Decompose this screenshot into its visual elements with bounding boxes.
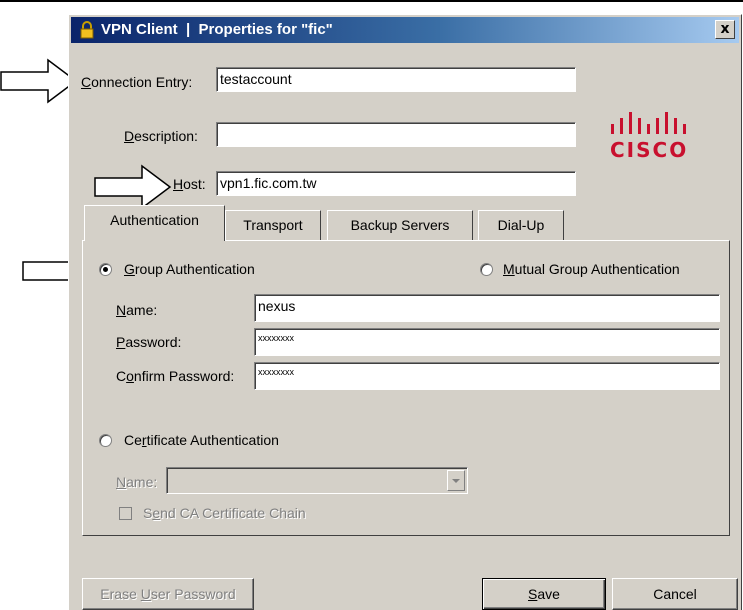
name-input[interactable]: nexus xyxy=(254,294,720,322)
description-input[interactable] xyxy=(216,122,576,147)
cancel-button[interactable]: Cancel xyxy=(612,578,738,610)
top-border-line xyxy=(0,0,743,2)
annotation-arrow-host xyxy=(94,164,172,210)
tab-dial-up[interactable]: Dial-Up xyxy=(478,210,564,240)
tab-transport[interactable]: Transport xyxy=(225,210,321,240)
password-label: Password: xyxy=(116,334,182,350)
name-label: Name: xyxy=(116,302,158,318)
erase-user-password-button[interactable]: Erase User Password xyxy=(82,578,254,610)
confirm-password-input[interactable]: xxxxxxxx xyxy=(254,362,720,390)
host-label: Host: xyxy=(173,176,206,192)
send-ca-label: Send CA Certificate Chain xyxy=(143,505,306,521)
window-title: VPN Client | Properties for "fic" xyxy=(101,21,333,38)
close-button[interactable]: x xyxy=(715,20,735,39)
mutual-group-auth-label: Mutual Group Authentication xyxy=(503,261,680,277)
confirm-password-label: Confirm Password: xyxy=(116,368,235,384)
cisco-bars-icon xyxy=(611,112,686,134)
lock-icon xyxy=(80,21,94,39)
send-ca-checkbox[interactable] xyxy=(119,507,132,520)
mutual-group-auth-radio[interactable] xyxy=(480,263,493,276)
description-label: Description: xyxy=(124,128,198,144)
tab-authentication[interactable]: Authentication xyxy=(84,205,225,241)
cisco-wordmark: cisco xyxy=(610,138,689,162)
group-auth-label: Group Authentication xyxy=(124,261,255,277)
chevron-down-icon[interactable] xyxy=(447,470,465,491)
tab-backup-servers[interactable]: Backup Servers xyxy=(327,210,473,240)
password-input[interactable]: xxxxxxxx xyxy=(254,328,720,356)
certificate-name-select[interactable] xyxy=(166,467,468,494)
certificate-auth-radio[interactable] xyxy=(99,434,112,447)
certificate-auth-label: Certificate Authentication xyxy=(124,432,279,448)
connection-entry-label: Connection Entry: xyxy=(81,74,193,90)
save-button[interactable]: Save xyxy=(482,578,606,610)
cisco-logo: cisco xyxy=(608,112,713,162)
title-bar[interactable]: VPN Client | Properties for "fic" x xyxy=(71,17,739,43)
group-auth-radio[interactable] xyxy=(99,263,112,276)
connection-entry-input[interactable]: testaccount xyxy=(216,67,576,92)
certificate-name-label: Name: xyxy=(116,474,158,490)
host-input[interactable]: vpn1.fic.com.tw xyxy=(216,171,576,196)
annotation-arrow-connection-entry xyxy=(0,58,78,104)
